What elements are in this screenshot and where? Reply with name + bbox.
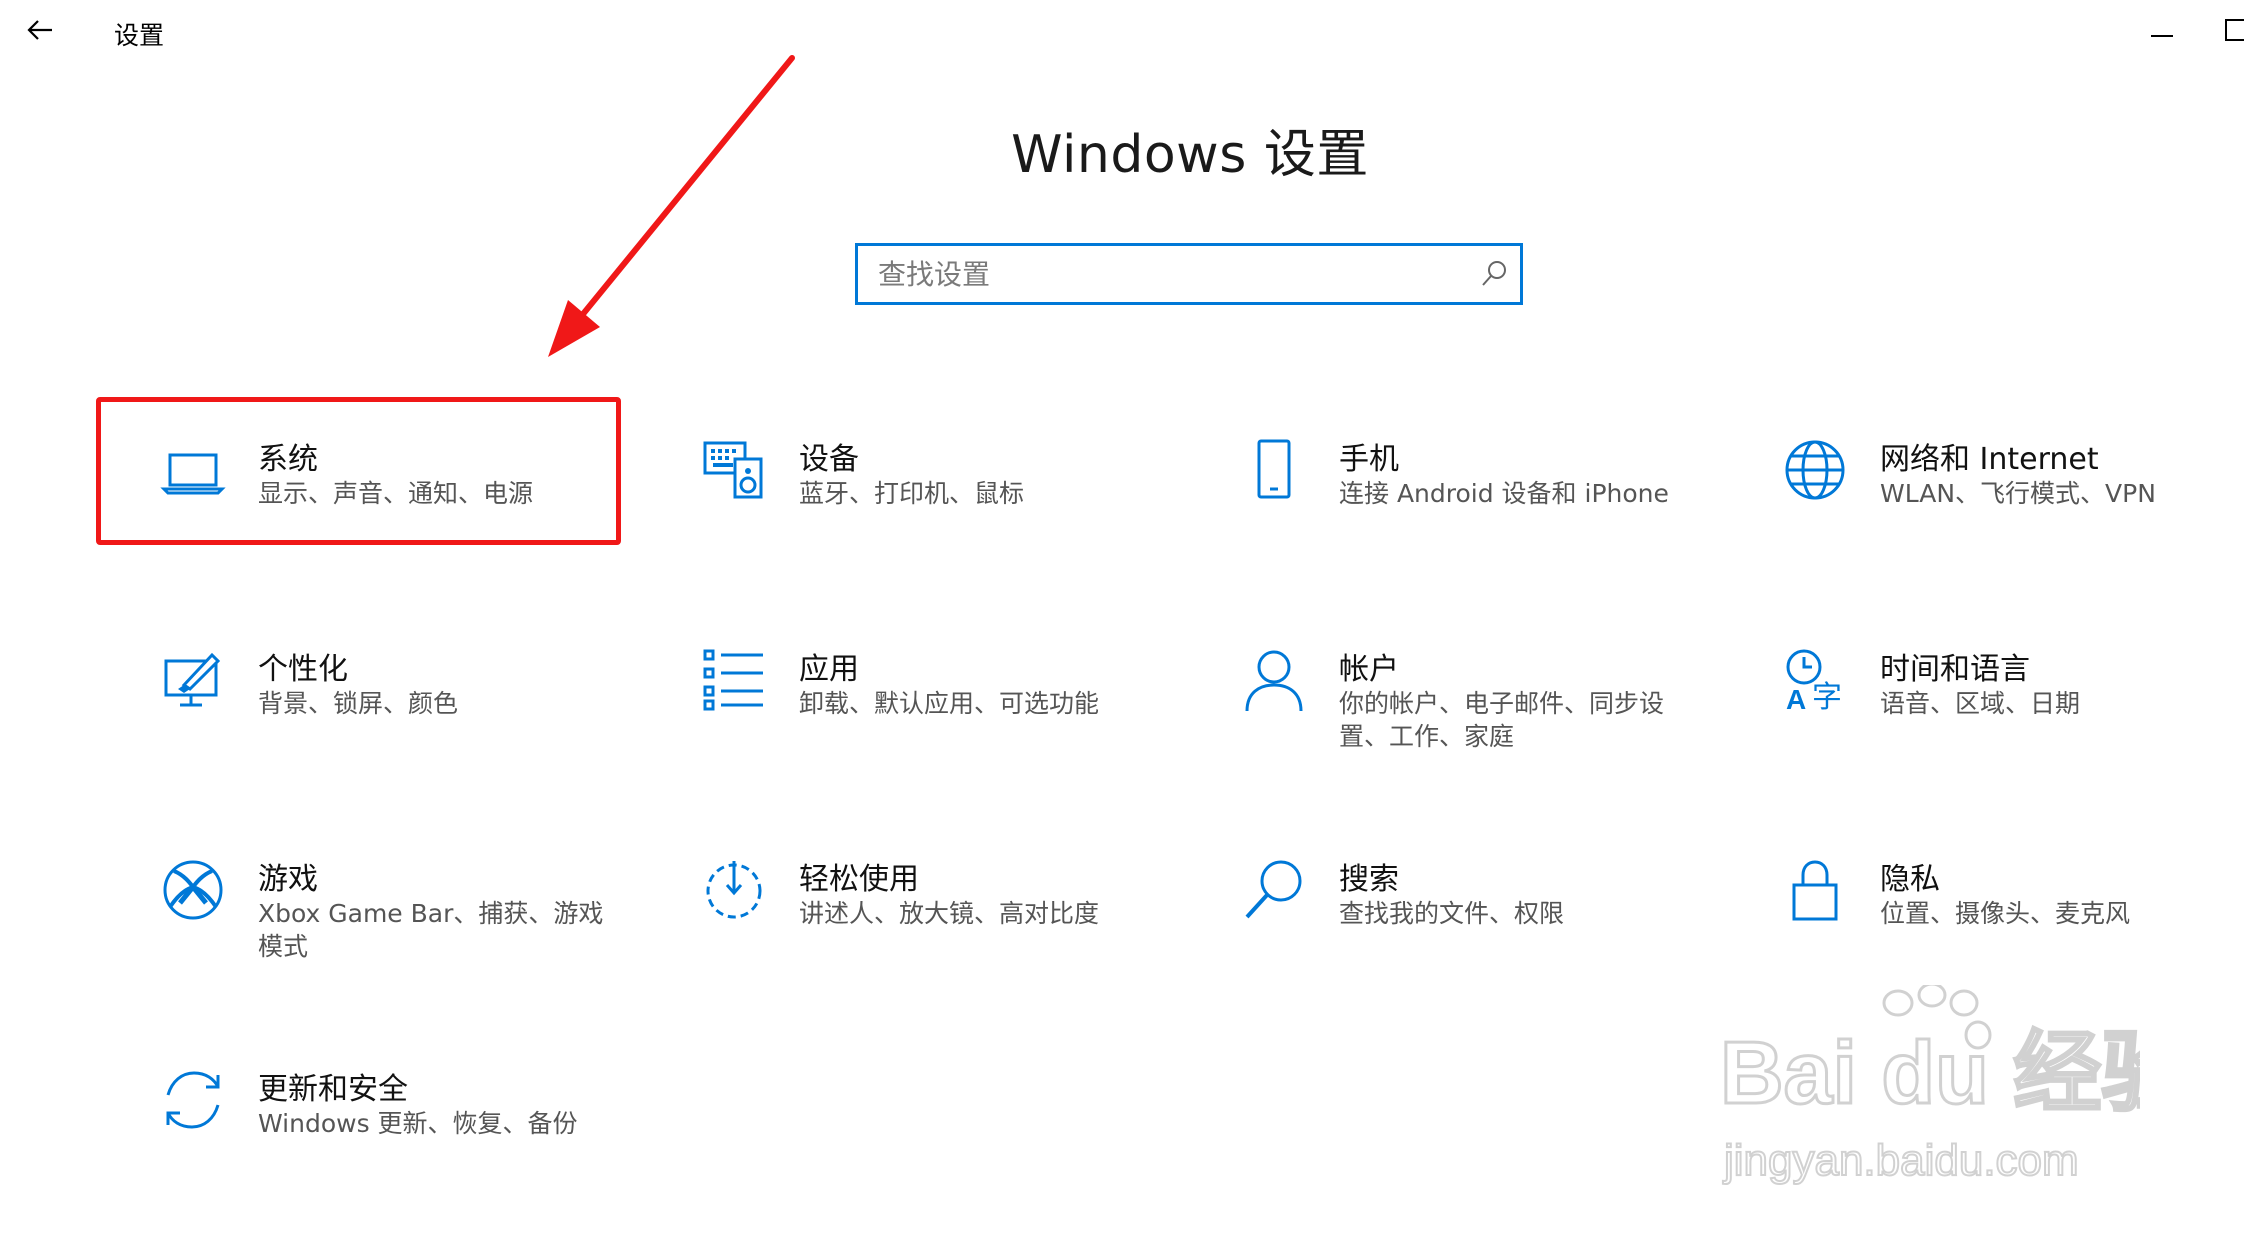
- app-title: 设置: [114, 21, 165, 50]
- tile-title: 个性化: [258, 652, 348, 687]
- lock-icon: [1777, 852, 1853, 928]
- watermark-brand: Bai du 经验: [1720, 1023, 2140, 1122]
- svg-text:A: A: [1786, 684, 1806, 713]
- tile-devices[interactable]: 设备 蓝牙、打印机、鼠标: [696, 432, 1196, 582]
- tile-title: 更新和安全: [258, 1072, 408, 1107]
- tile-personalization[interactable]: 个性化 背景、锁屏、颜色: [155, 642, 655, 792]
- tile-network[interactable]: 网络和 Internet WLAN、飞行模式、VPN: [1777, 432, 2247, 582]
- sync-arrows-icon: [155, 1062, 231, 1138]
- maximize-icon: [2224, 18, 2247, 46]
- tile-time-language[interactable]: A字 时间和语言 语音、区域、日期: [1777, 642, 2247, 792]
- arrow-left-icon: [26, 18, 54, 46]
- tile-desc: 讲述人、放大镜、高对比度: [799, 899, 1100, 928]
- minimize-icon: [2151, 23, 2173, 42]
- tile-title: 手机: [1339, 442, 1399, 477]
- tile-title: 设备: [799, 442, 859, 477]
- tile-desc: 连接 Android 设备和 iPhone: [1339, 479, 1669, 508]
- minimize-button[interactable]: [2140, 12, 2184, 52]
- paint-monitor-icon: [155, 642, 231, 718]
- page-title: Windows 设置: [1011, 125, 1369, 185]
- tile-desc: Windows 更新、恢复、备份: [258, 1109, 578, 1138]
- xbox-icon: [155, 852, 231, 928]
- tile-desc: 查找我的文件、权限: [1339, 899, 1565, 928]
- baidu-jingyan-watermark: Bai du 经验 jingyan.baidu.com: [1719, 982, 2191, 1195]
- search-input[interactable]: [858, 246, 1468, 302]
- tile-title: 帐户: [1339, 652, 1399, 687]
- baidu-paw-logo: Bai du 经验 jingyan.baidu.com: [1719, 982, 2191, 1186]
- tile-desc: 卸载、默认应用、可选功能: [799, 689, 1100, 718]
- tile-title: 轻松使用: [799, 862, 919, 897]
- tile-apps[interactable]: 应用 卸载、默认应用、可选功能: [696, 642, 1196, 792]
- globe-icon: [1777, 432, 1853, 508]
- tile-search[interactable]: 搜索 查找我的文件、权限: [1236, 852, 1736, 1002]
- tile-desc: Xbox Game Bar、捕获、游戏模式: [258, 899, 604, 961]
- tile-gaming[interactable]: 游戏 Xbox Game Bar、捕获、游戏模式: [155, 852, 655, 1002]
- tile-privacy[interactable]: 隐私 位置、摄像头、麦克风: [1777, 852, 2247, 1002]
- watermark-url: jingyan.baidu.com: [1722, 1136, 2079, 1185]
- tile-system[interactable]: 系统 显示、声音、通知、电源: [155, 432, 655, 582]
- tile-desc: 显示、声音、通知、电源: [258, 479, 534, 508]
- tile-title: 应用: [799, 652, 859, 687]
- tile-title: 游戏: [258, 862, 318, 897]
- tile-desc: WLAN、飞行模式、VPN: [1880, 479, 2156, 508]
- ease-of-access-icon: [696, 852, 772, 928]
- tile-desc: 语音、区域、日期: [1880, 689, 2081, 718]
- back-button[interactable]: [14, 8, 66, 56]
- tile-ease-of-access[interactable]: 轻松使用 讲述人、放大镜、高对比度: [696, 852, 1196, 1002]
- maximize-button[interactable]: [2224, 12, 2247, 52]
- keyboard-speaker-icon: [696, 432, 772, 508]
- phone-icon: [1236, 432, 1312, 508]
- person-icon: [1236, 642, 1312, 718]
- tile-phone[interactable]: 手机 连接 Android 设备和 iPhone: [1236, 432, 1736, 582]
- tile-title: 时间和语言: [1880, 652, 2030, 687]
- tile-accounts[interactable]: 帐户 你的帐户、电子邮件、同步设置、工作、家庭: [1236, 642, 1736, 792]
- tile-desc: 你的帐户、电子邮件、同步设置、工作、家庭: [1339, 689, 1665, 751]
- magnifier-icon: [1236, 852, 1312, 928]
- search-box[interactable]: [855, 243, 1523, 305]
- title-bar: 设置: [0, 0, 2247, 64]
- tile-title: 隐私: [1880, 862, 1940, 897]
- time-language-icon: A字: [1777, 642, 1853, 718]
- apps-list-icon: [696, 642, 772, 718]
- tile-title: 搜索: [1339, 862, 1399, 897]
- svg-text:字: 字: [1812, 680, 1842, 713]
- tile-desc: 位置、摄像头、麦克风: [1880, 899, 2131, 928]
- search-icon[interactable]: [1468, 246, 1520, 302]
- tile-desc: 蓝牙、打印机、鼠标: [799, 479, 1025, 508]
- tile-title: 系统: [258, 442, 318, 477]
- tile-title: 网络和 Internet: [1880, 442, 2099, 477]
- tile-desc: 背景、锁屏、颜色: [258, 689, 459, 718]
- tile-update-security[interactable]: 更新和安全 Windows 更新、恢复、备份: [155, 1062, 655, 1212]
- laptop-icon: [155, 432, 231, 508]
